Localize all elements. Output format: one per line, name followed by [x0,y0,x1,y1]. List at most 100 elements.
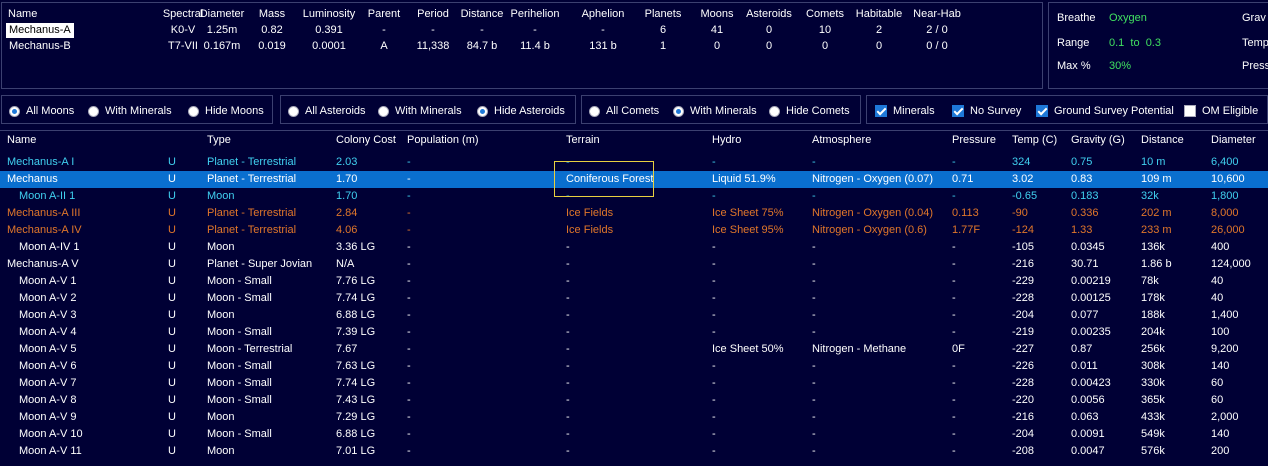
comets-option-2[interactable]: Hide Comets [769,104,850,118]
table-cell: - [407,394,411,406]
star-col-header[interactable]: Comets [806,7,844,21]
check-option-3[interactable]: OM Eligible [1184,104,1258,118]
column-header[interactable]: Type [207,133,231,147]
table-cell: 10,600 [1211,173,1245,185]
comets-option-0[interactable]: All Comets [589,104,659,118]
table-row[interactable]: Moon A-V 4 U Moon - Small 7.39 LG - - - - - -219 0… [0,324,1268,341]
column-header[interactable]: Terrain [566,133,600,147]
table-row[interactable]: Moon A-V 11 U Moon 7.01 LG - - - - - -208 0.0047 57… [0,443,1268,460]
table-cell: 0.00423 [1071,377,1111,389]
column-header[interactable]: Pressure [952,133,996,147]
radio-button[interactable] [477,105,488,117]
column-header[interactable]: Distance [1141,133,1184,147]
asteroids-option-0[interactable]: All Asteroids [288,104,366,118]
star-col-header[interactable]: Moons [700,7,733,21]
star-col-header[interactable]: Spectral [163,7,203,21]
table-row[interactable]: Mechanus-A III U Planet - Terrestrial 2.84 -… [0,205,1268,222]
star-cell: 0 [765,40,773,52]
star-col-header[interactable]: Asteroids [746,7,792,21]
table-cell: -219 [1012,326,1035,338]
table-cell: 549k [1141,428,1165,440]
table-cell: -220 [1012,394,1035,406]
table-cell: U [168,156,176,168]
star-col-header[interactable]: Mass [259,7,285,21]
table-row[interactable]: Moon A-V 1 U Moon - Small 7.76 LG - - - - - -229 0… [0,273,1268,290]
star-col-header[interactable]: Period [417,7,449,21]
checkbox[interactable] [1036,105,1048,117]
comets-option-1[interactable]: With Minerals [673,104,757,118]
table-cell: - [952,360,956,372]
radio-button[interactable] [673,105,684,117]
column-header[interactable]: Hydro [712,133,741,147]
moons-option-1[interactable]: With Minerals [88,104,172,118]
star-col-header[interactable]: Diameter [200,7,245,21]
table-cell: - [952,411,956,423]
radio-button[interactable] [378,105,389,117]
table-row[interactable]: Moon A-V 3 U Moon 6.88 LG - - - - - -204 0.077 188k… [0,307,1268,324]
radio-button[interactable] [188,105,199,117]
column-header[interactable]: Gravity (G) [1071,133,1125,147]
table-cell: -216 [1012,258,1035,270]
table-cell: U [168,224,176,236]
check-option-1[interactable]: No Survey [952,104,1021,118]
breathe-label: Breathe [1057,12,1096,24]
table-cell: - [812,156,816,168]
check-option-0[interactable]: Minerals [875,104,935,118]
checkbox[interactable] [875,105,887,117]
check-option-2[interactable]: Ground Survey Potential [1036,104,1174,118]
table-row[interactable]: Moon A-V 7 U Moon - Small 7.74 LG - - - - - -228 0… [0,375,1268,392]
star-col-header[interactable]: Near-Hab [913,7,961,21]
radio-button[interactable] [288,105,299,117]
checkbox[interactable] [1184,105,1196,117]
star-row[interactable]: Mechanus-A K0-V 1.25m 0.82 0.391 - - - - - 6 41 0 10 2… [2,23,1042,38]
column-header[interactable]: Name [7,133,36,147]
table-cell: - [712,445,716,457]
table-cell: - [566,326,570,338]
table-cell: 365k [1141,394,1165,406]
table-cell: 1.70 [336,173,358,185]
table-cell: 0.113 [952,207,979,219]
table-row[interactable]: Moon A-V 8 U Moon - Small 7.43 LG - - - - - -220 0… [0,392,1268,409]
star-col-header[interactable]: Aphelion [582,7,625,21]
star-col-header[interactable]: Perihelion [511,7,560,21]
star-col-header[interactable]: Name [8,7,37,21]
radio-button[interactable] [9,105,20,117]
table-row[interactable]: Moon A-V 9 U Moon 7.29 LG - - - - - -216 0.063 433k… [0,409,1268,426]
table-cell: Nitrogen - Oxygen (0.07) [812,173,934,185]
table-cell: 0.183 [1071,190,1099,202]
table-cell: - [712,275,716,287]
radio-button[interactable] [769,105,780,117]
star-col-header[interactable]: Planets [645,7,682,21]
table-row[interactable]: Moon A-V 10 U Moon - Small 6.88 LG - - - - - -204… [0,426,1268,443]
checkbox[interactable] [952,105,964,117]
table-cell: -228 [1012,292,1035,304]
asteroids-option-2[interactable]: Hide Asteroids [477,104,565,118]
radio-button[interactable] [88,105,99,117]
table-cell: 0.0345 [1071,241,1105,253]
moons-option-2[interactable]: Hide Moons [188,104,264,118]
body-name: Moon A-II 1 [19,190,76,202]
star-row[interactable]: Mechanus-B T7-VII 0.167m 0.019 0.0001 A 11,338… [2,39,1042,54]
asteroids-option-1[interactable]: With Minerals [378,104,462,118]
table-cell: - [712,258,716,270]
table-row[interactable]: Moon A-IV 1 U Moon 3.36 LG - - - - - -105 0.0345 13… [0,239,1268,256]
column-header[interactable]: Colony Cost [336,133,396,147]
column-header[interactable]: Diameter [1211,133,1256,147]
table-row[interactable]: Moon A-V 5 U Moon - Terrestrial 7.67 - - Ice S… [0,341,1268,358]
column-header[interactable]: Atmosphere [812,133,871,147]
column-header[interactable]: Population (m) [407,133,479,147]
moons-option-0[interactable]: All Moons [9,104,74,118]
star-col-header[interactable]: Parent [368,7,400,21]
star-col-header[interactable]: Habitable [856,7,902,21]
radio-button[interactable] [589,105,600,117]
radio-label: Hide Asteroids [494,105,565,117]
table-cell: U [168,190,176,202]
column-header[interactable]: Temp (C) [1012,133,1057,147]
table-cell: - [952,428,956,440]
table-row[interactable]: Moon A-V 2 U Moon - Small 7.74 LG - - - - - -228 0… [0,290,1268,307]
table-row[interactable]: Mechanus-A IV U Planet - Terrestrial 4.06 - I… [0,222,1268,239]
table-row[interactable]: Mechanus-A V U Planet - Super Jovian N/A - - -… [0,256,1268,273]
star-col-header[interactable]: Luminosity [303,7,356,21]
table-row[interactable]: Moon A-V 6 U Moon - Small 7.63 LG - - - - - -226 0… [0,358,1268,375]
star-col-header[interactable]: Distance [461,7,504,21]
